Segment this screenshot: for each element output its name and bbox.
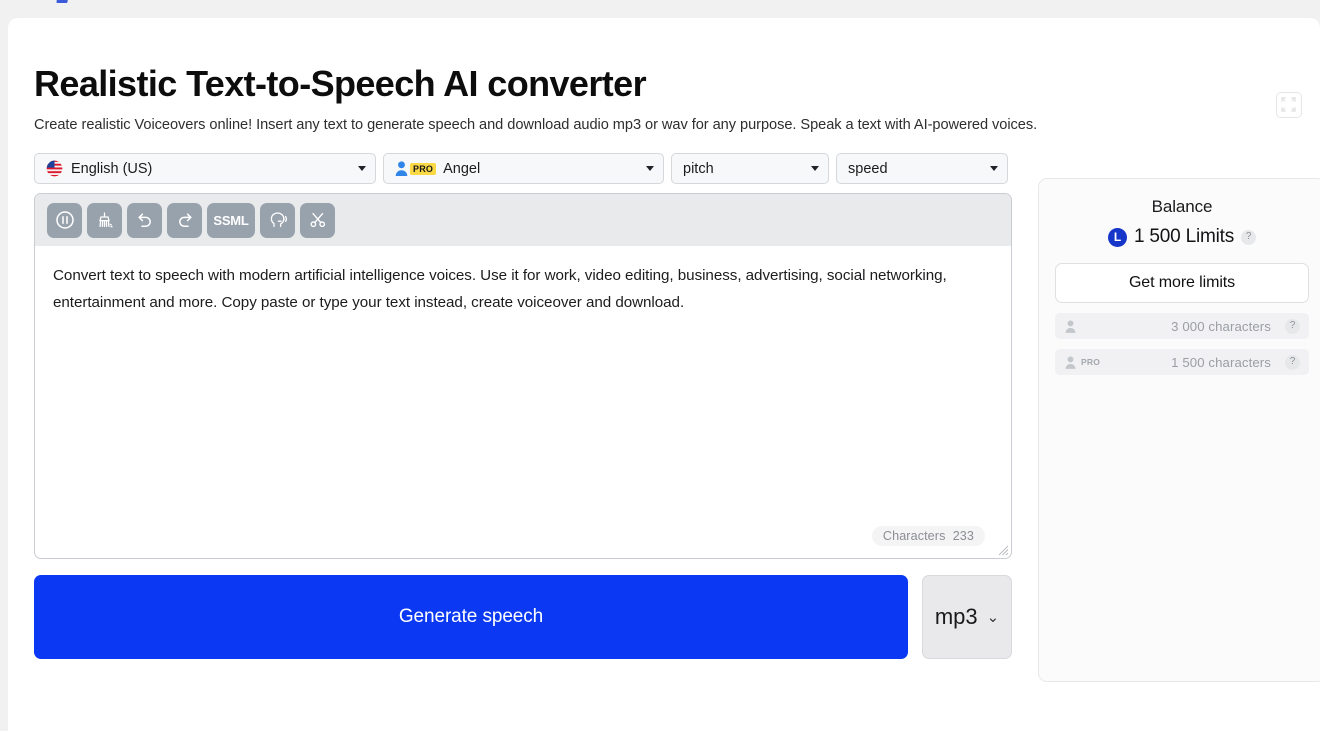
person-icon [395,161,408,176]
help-icon[interactable]: ? [1241,229,1257,245]
controls-row: English (US) PRO Angel pitch speed [34,153,1012,184]
voice-select[interactable]: PRO Angel [383,153,664,184]
speak-preview-button[interactable] [260,202,295,238]
limit-row-text: 1 500 characters [1171,354,1271,370]
undo-button[interactable] [127,202,162,238]
limit-row-text: 3 000 characters [1171,318,1271,334]
balance-title: Balance [1151,197,1213,216]
main-content-card: Realistic Text-to-Speech AI converter Cr… [8,18,1320,731]
audio-format-select[interactable]: mp3 ⌄ [922,575,1012,659]
balance-amount: L 1 500 Limits ? [1055,226,1309,248]
person-icon [1065,355,1076,369]
speed-select-label: speed [848,160,888,177]
voice-pro-badge: PRO [410,162,437,175]
pitch-select-label: pitch [683,160,714,177]
generate-speech-button[interactable]: Generate speech [34,575,908,659]
character-counter-value: 233 [952,529,974,543]
limit-row-pro: PRO 1 500 characters ? [1055,349,1309,375]
pitch-select[interactable]: pitch [671,153,829,184]
limit-row-free: 3 000 characters ? [1055,313,1309,339]
balance-amount-text: 1 500 Limits [1133,226,1235,247]
get-more-limits-button[interactable]: Get more limits [1055,263,1309,303]
redo-button[interactable] [167,202,202,238]
page-title: Realistic Text-to-Speech AI converter [34,63,647,104]
limit-row-badge: PRO [1081,357,1101,367]
character-counter-label: Characters [882,529,946,543]
chevron-down-icon [646,166,654,171]
character-counter: Characters 233 [871,526,985,546]
voice-select-label: Angel [443,160,481,177]
chevron-down-icon [358,166,366,171]
balance-panel: Balance L 1 500 Limits ? Get more limits… [1038,178,1320,682]
clear-text-button[interactable] [87,202,122,238]
action-row: Generate speech mp3 ⌄ [34,575,1012,659]
us-flag-icon [46,160,63,177]
page-subtitle: Create realistic Voiceovers online! Inse… [34,117,1038,133]
text-editor[interactable]: SSML Convert text to speech with modern … [34,193,1012,559]
chevron-down-icon [990,166,998,171]
cut-button[interactable] [300,202,335,238]
editor-toolbar: SSML [35,194,1011,246]
language-select[interactable]: English (US) [34,153,376,184]
person-icon [1065,319,1076,333]
ssml-button-label: SSML [213,212,249,228]
site-logo-icon[interactable] [56,0,69,3]
speed-select[interactable]: speed [836,153,1008,184]
ssml-button[interactable]: SSML [207,202,255,238]
limits-coin-icon: L [1107,227,1127,247]
resize-handle[interactable] [995,542,1009,556]
help-icon[interactable]: ? [1285,318,1300,334]
audio-format-label: mp3 [934,604,978,629]
language-select-label: English (US) [71,160,153,177]
help-icon[interactable]: ? [1285,354,1300,370]
chevron-down-icon [811,166,819,171]
editor-text[interactable]: Convert text to speech with modern artif… [35,246,1011,316]
chevron-down-icon: ⌄ [986,608,1000,626]
pause-button[interactable] [47,202,82,238]
page-top-strip [0,0,1320,18]
